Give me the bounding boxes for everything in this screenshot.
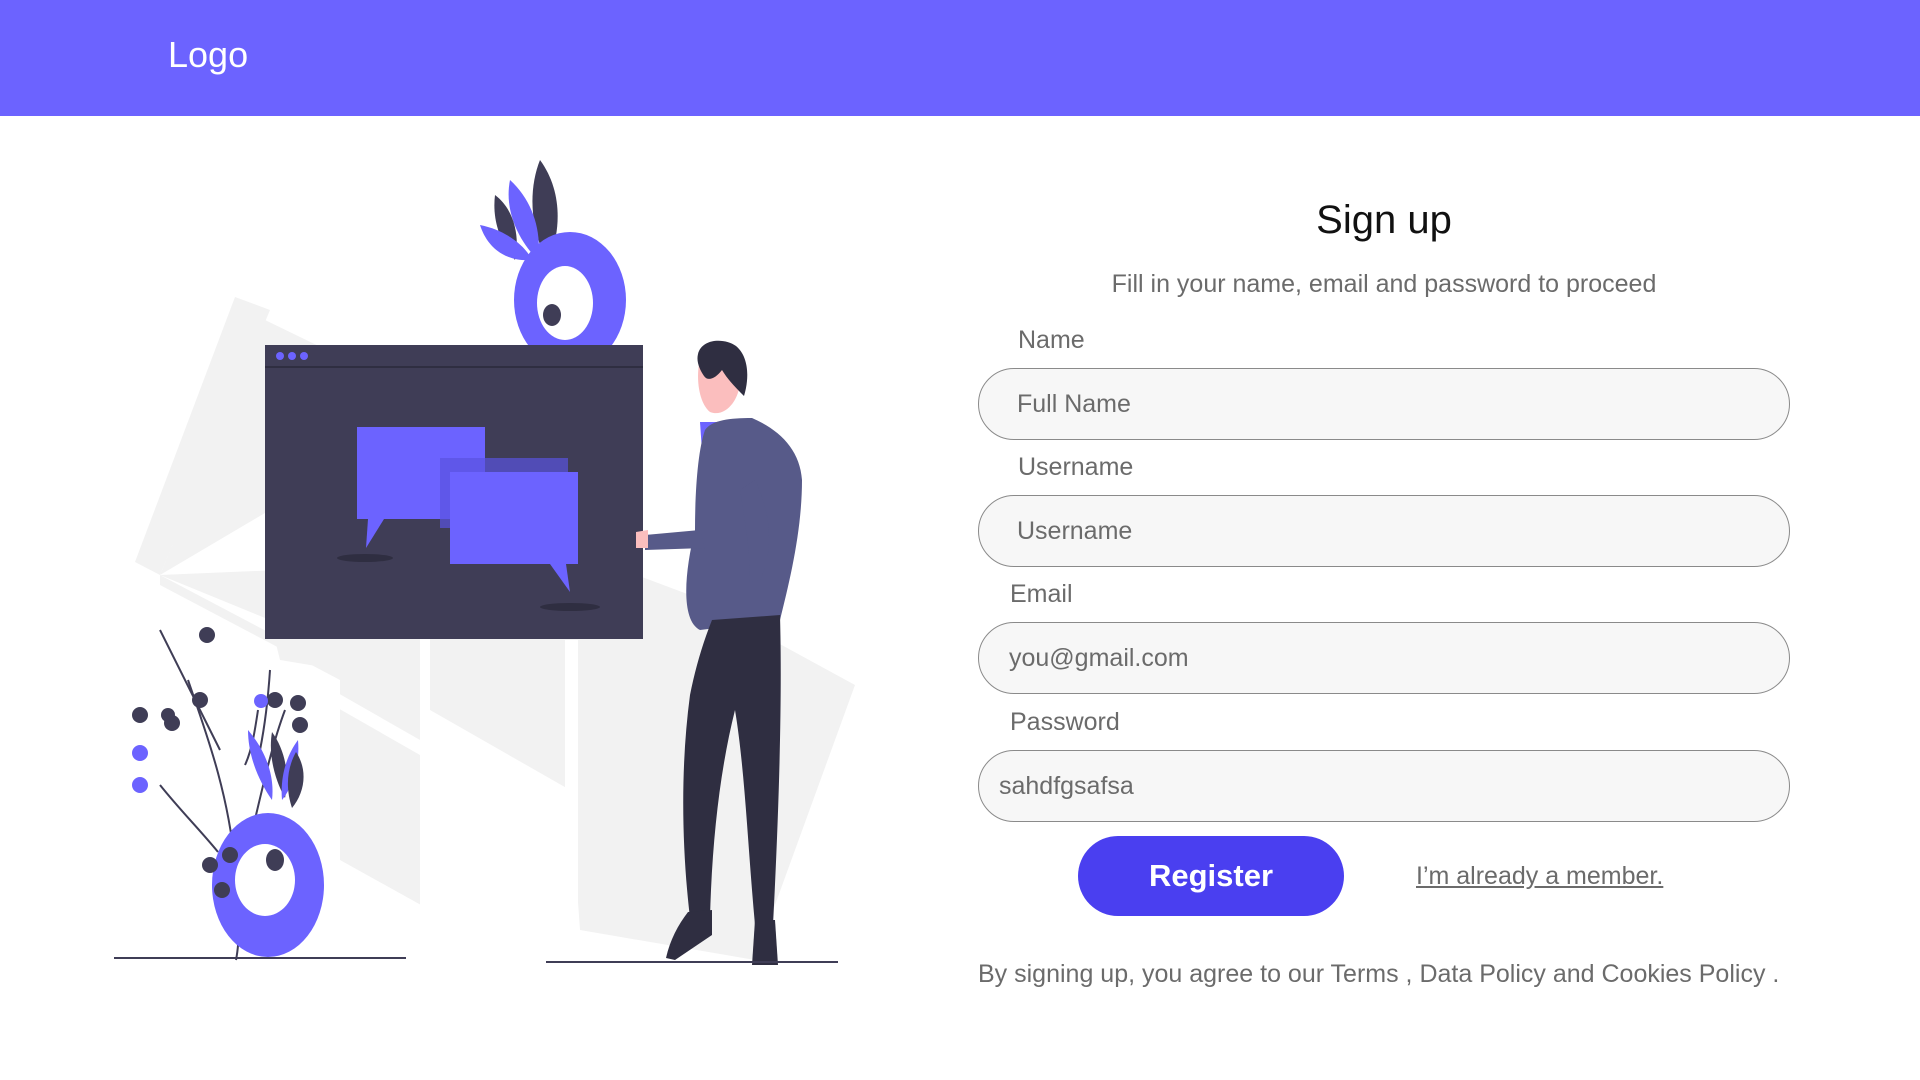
page-title: Sign up: [1316, 198, 1452, 242]
email-label: Email: [1010, 580, 1073, 608]
page-subtitle: Fill in your name, email and password to…: [1111, 270, 1657, 298]
signup-form: Sign up Fill in your name, email and pas…: [978, 190, 1814, 1010]
top-navbar: Logo: [0, 0, 1920, 116]
logo[interactable]: Logo: [168, 34, 248, 76]
full-name-input[interactable]: [978, 368, 1790, 440]
top-creature-icon: [480, 160, 626, 368]
chat-window-icon: [265, 345, 643, 639]
person-with-chat-window-illustration: [114, 160, 855, 965]
password-input[interactable]: [978, 750, 1790, 822]
username-label: Username: [1018, 453, 1134, 481]
signup-illustration: [100, 150, 880, 980]
email-input[interactable]: [978, 622, 1790, 694]
username-input[interactable]: [978, 495, 1790, 567]
name-label: Name: [1018, 326, 1085, 354]
already-member-link[interactable]: I’m already a member.: [1416, 862, 1663, 891]
register-button[interactable]: Register: [1078, 836, 1344, 916]
terms-text: By signing up, you agree to our Terms , …: [978, 960, 1780, 988]
password-label: Password: [1010, 708, 1120, 736]
